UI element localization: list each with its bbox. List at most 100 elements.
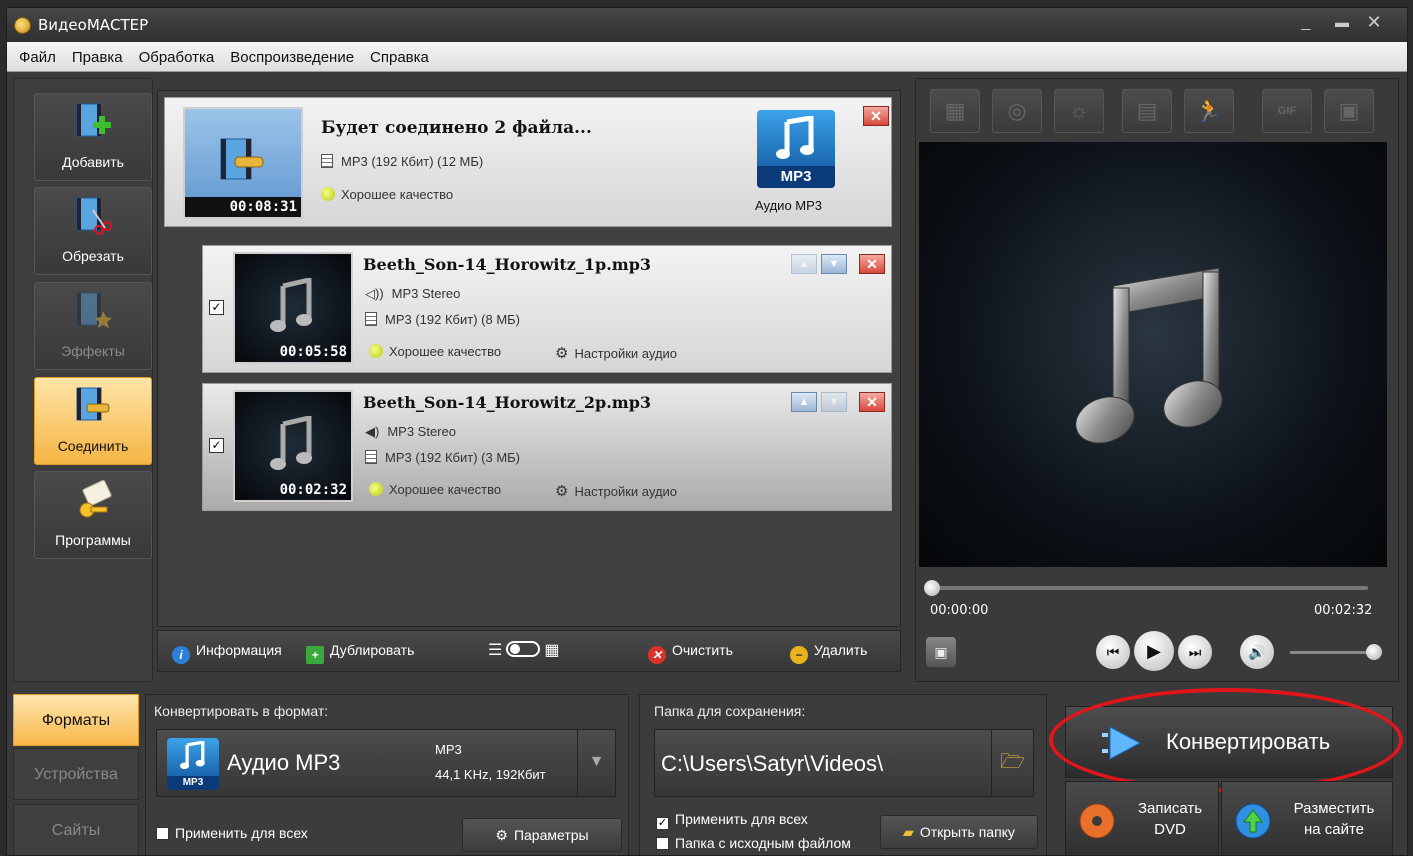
publish-button[interactable]: Разместить на сайте (1221, 781, 1393, 855)
file-item[interactable]: ✓ 00:02:32 Beeth_Son-14_Horowitz_2p.mp3 … (202, 383, 892, 511)
volume-slider[interactable] (1290, 644, 1382, 660)
play-icon: ▶ (1147, 641, 1161, 661)
format-apply-all-label: Применить для всех (175, 825, 308, 841)
format-apply-all-checkbox[interactable]: Применить для всех (156, 825, 308, 841)
film-join-icon (76, 387, 110, 421)
window-title: ВидеоМАСТЕР (38, 16, 149, 34)
merge-quality: Хорошее качество (341, 187, 454, 202)
menu-help[interactable]: Справка (362, 42, 437, 66)
file-duration: 00:02:32 (279, 482, 347, 498)
move-down-button[interactable]: ▼ (821, 254, 847, 274)
menu-edit[interactable]: Правка (64, 42, 131, 66)
mp3-preset-icon[interactable]: MP3 (757, 110, 835, 188)
video-preview[interactable] (919, 142, 1387, 567)
menu-bar: Файл Правка Обработка Воспроизведение Справк… (7, 42, 1407, 72)
chevron-down-icon[interactable]: ▼ (577, 730, 615, 796)
file-icon (321, 154, 333, 168)
sidebar-effects-button[interactable]: Эффекты (34, 282, 152, 370)
tab-formats[interactable]: Форматы (13, 694, 139, 746)
menu-playback[interactable]: Воспроизведение (222, 42, 362, 66)
crop-icon[interactable]: ▤ (1122, 89, 1172, 133)
view-switch[interactable] (506, 641, 541, 657)
duplicate-button[interactable]: + Дублировать (306, 642, 414, 664)
delete-icon: − (790, 646, 808, 664)
move-down-button[interactable]: ▼ (821, 392, 847, 412)
merge-thumbnail: 00:08:31 (183, 107, 303, 219)
format-codec: MP3 (435, 742, 462, 757)
clear-button[interactable]: ✕ Очистить (648, 642, 733, 664)
burn-dvd-label: Записать DVD (1137, 800, 1203, 838)
audio-settings-link[interactable]: ⚙ Настройки аудио (555, 344, 677, 362)
close-button[interactable]: ✕ (1363, 12, 1385, 33)
volume-button[interactable]: 🔊 (1240, 635, 1274, 669)
parameters-button[interactable]: ⚙ Параметры (462, 818, 622, 852)
image-icon: ▣ (934, 644, 948, 660)
record-icon[interactable]: ◎ (992, 89, 1042, 133)
gear-icon: ⚙ (555, 483, 569, 500)
brightness-icon[interactable]: ☼ (1054, 89, 1104, 133)
file-icon (365, 312, 377, 326)
format-select[interactable]: MP3 Аудио MP3 MP3 44,1 KHz, 192Кбит ▼ (156, 729, 616, 797)
maximize-button[interactable]: ▬ (1331, 14, 1353, 30)
skip-forward-icon: ⏭ (1188, 644, 1202, 660)
sidebar-join-button[interactable]: Соединить (34, 377, 152, 465)
file-name: Beeth_Son-14_Horowitz_1p.mp3 (363, 255, 652, 274)
open-folder-button[interactable]: ▰ Открыть папку (880, 815, 1038, 849)
volume-knob[interactable] (1366, 644, 1382, 660)
browse-folder-icon[interactable]: 🗁 (991, 730, 1033, 796)
move-up-button[interactable]: ▲ (791, 254, 817, 274)
move-up-button[interactable]: ▲ (791, 392, 817, 412)
file-format-row: MP3 (192 Кбит) (8 МБ) (365, 312, 520, 327)
info-button[interactable]: i Информация (172, 642, 282, 664)
file-checkbox[interactable]: ✓ (209, 300, 224, 315)
highlight-ellipse (1049, 688, 1403, 792)
file-quality-row[interactable]: Хорошее качество (369, 482, 501, 497)
tab-devices[interactable]: Устройства (13, 748, 139, 800)
quality-dot-icon (369, 482, 383, 496)
remove-merge-button[interactable]: ✕ (863, 106, 889, 126)
film-frame-icon[interactable]: ▦ (930, 89, 980, 133)
globe-upload-icon (1235, 803, 1271, 839)
burn-dvd-button[interactable]: Записать DVD (1065, 781, 1219, 855)
file-quality-row[interactable]: Хорошее качество (369, 344, 501, 359)
view-toggle[interactable]: ☰ ▦ (488, 640, 559, 660)
merge-format-row: MP3 (192 Кбит) (12 МБ) (321, 154, 483, 169)
tab-sites[interactable]: Сайты (13, 804, 139, 855)
prev-button[interactable]: ⏮ (1096, 635, 1130, 669)
mp3-preset-tag: MP3 (757, 166, 835, 188)
source-folder-checkbox[interactable]: Папка с исходным файлом (656, 835, 851, 851)
merge-summary-card[interactable]: 00:08:31 Будет соединено 2 файла... MP3 … (164, 97, 892, 227)
menu-process[interactable]: Обработка (131, 42, 223, 66)
seek-bar[interactable] (924, 580, 1368, 596)
menu-file[interactable]: Файл (7, 42, 64, 66)
file-quality: Хорошее качество (389, 344, 502, 359)
gif-icon[interactable]: GIF (1262, 89, 1312, 133)
sidebar-programs-button[interactable]: Программы (34, 471, 152, 559)
format-section: Конвертировать в формат: MP3 Аудио MP3 M… (145, 694, 629, 855)
sidebar-add-button[interactable]: Добавить (34, 93, 152, 181)
remove-file-button[interactable]: ✕ (859, 254, 885, 274)
export-frame-icon[interactable]: ▣ (1324, 89, 1374, 133)
remove-file-button[interactable]: ✕ (859, 392, 885, 412)
folder-path-field[interactable]: C:\Users\Satyr\Videos\ 🗁 (654, 729, 1034, 797)
seek-knob[interactable] (924, 580, 940, 596)
snapshot-button[interactable]: ▣ (926, 637, 956, 667)
list-view-icon: ☰ (488, 642, 503, 659)
folder-apply-all-label: Применить для всех (675, 811, 808, 827)
sidebar-trim-button[interactable]: Обрезать (34, 187, 152, 275)
minimize-button[interactable]: _ (1295, 14, 1317, 32)
folder-apply-all-checkbox[interactable]: ✓ Применить для всех (656, 811, 808, 830)
sidebar: Добавить Обрезать Эффекты Соединить Прог… (13, 78, 153, 682)
file-audio-row: ◁)) MP3 Stereo (365, 286, 460, 302)
file-item[interactable]: ✓ 00:05:58 Beeth_Son-14_Horowitz_1p.mp3 … (202, 245, 892, 373)
speed-icon[interactable]: 🏃 (1184, 89, 1234, 133)
folder-icon: ▰ (903, 824, 914, 840)
music-note-icon (776, 116, 814, 159)
sidebar-join-label: Соединить (57, 438, 129, 454)
file-checkbox[interactable]: ✓ (209, 438, 224, 453)
next-button[interactable]: ⏭ (1178, 635, 1212, 669)
preview-panel: ▦ ◎ ☼ ▤ 🏃 GIF ▣ 00:00:00 00:02:32 ▣ ⏮ ▶ … (915, 78, 1399, 682)
audio-settings-link[interactable]: ⚙ Настройки аудио (555, 482, 677, 500)
delete-button[interactable]: − Удалить (790, 642, 867, 664)
play-button[interactable]: ▶ (1134, 631, 1174, 671)
